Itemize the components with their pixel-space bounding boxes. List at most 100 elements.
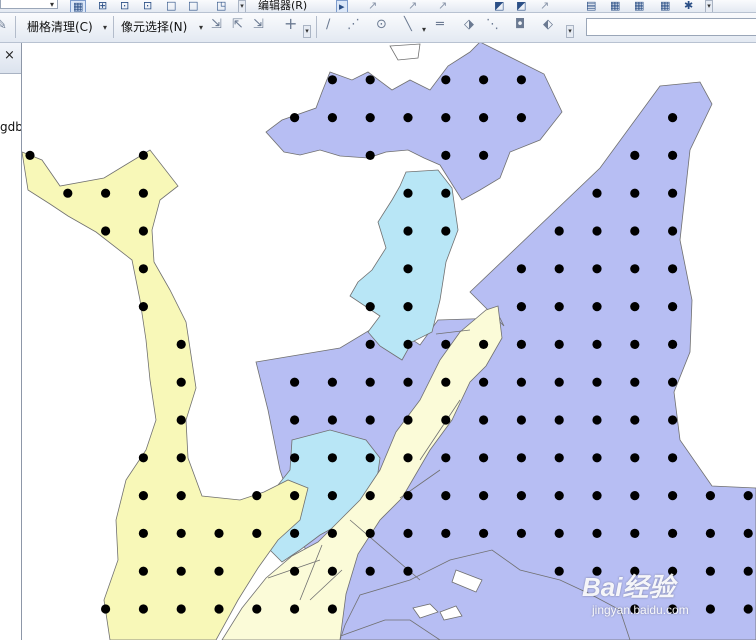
editor-menu[interactable]: 编辑器(R) <box>258 0 307 12</box>
sample-point <box>403 566 413 576</box>
table-icon[interactable]: ⊞ <box>98 0 107 12</box>
sample-point <box>403 188 413 198</box>
sample-point <box>743 528 753 539</box>
trace-icon[interactable]: ↗ <box>438 0 447 12</box>
eraser-icon[interactable]: ⬗ <box>464 17 474 33</box>
sample-point <box>290 566 300 576</box>
straight-segment-icon[interactable]: ↗ <box>408 0 417 12</box>
sample-point <box>441 528 451 539</box>
sample-point <box>327 528 337 539</box>
table-of-contents-panel: × gdb <box>0 43 22 640</box>
attributes-icon[interactable]: ▤ <box>586 0 596 12</box>
fill-bucket-icon[interactable]: ⊙ <box>376 17 387 33</box>
network-icon[interactable]: ✱ <box>684 0 693 12</box>
sample-point <box>290 415 300 425</box>
line-tool-dropdown[interactable]: ▾ <box>422 25 426 35</box>
sample-point <box>554 453 564 463</box>
sample-point <box>214 604 224 614</box>
sample-point <box>630 226 640 236</box>
toolbox-icon[interactable]: ⊡ <box>143 0 152 12</box>
line-pencil-icon[interactable]: ⋰ <box>347 17 360 33</box>
sample-point <box>554 415 564 425</box>
sample-point <box>441 415 451 425</box>
sample-point <box>668 113 678 123</box>
sample-point <box>101 604 111 614</box>
sample-point <box>592 415 602 425</box>
toolbar-overflow-chevron[interactable]: ▾ <box>238 0 246 12</box>
close-icon[interactable]: × <box>4 49 15 63</box>
sample-point <box>214 528 224 539</box>
sample-point <box>592 188 602 198</box>
sample-point <box>479 339 489 349</box>
region-fill-icon[interactable]: ◘ <box>515 17 525 33</box>
sample-point <box>176 453 186 463</box>
watermark-logo: Bai经验 <box>582 572 675 602</box>
sample-point <box>138 453 148 463</box>
layer-combo-arrow[interactable]: ▾ <box>50 0 54 10</box>
create-features-icon[interactable]: ▦ <box>634 0 644 12</box>
sample-point <box>25 150 35 160</box>
sample-point <box>554 264 564 274</box>
cut-polygons-icon[interactable]: ↗ <box>540 0 549 12</box>
crosshair-icon[interactable]: + <box>284 16 297 32</box>
sample-point <box>138 566 148 576</box>
sample-point <box>554 226 564 236</box>
model-builder-icon[interactable]: ◳ <box>216 0 226 12</box>
sample-point <box>365 566 375 576</box>
sample-point <box>630 491 640 501</box>
map-canvas[interactable] <box>22 43 756 640</box>
pencil-icon[interactable]: ∕ <box>326 17 330 33</box>
toolbar-separator <box>113 16 114 38</box>
brush-icon[interactable]: ✎ <box>0 18 7 34</box>
sample-point <box>516 339 527 349</box>
sample-point <box>479 528 489 539</box>
erase-line-icon[interactable]: ⋱ <box>486 17 499 33</box>
sample-point <box>630 188 640 198</box>
sample-point <box>138 264 148 274</box>
catalog-icon[interactable]: ⊡ <box>120 0 129 12</box>
split-tool-icon[interactable]: ◩ <box>494 0 504 12</box>
select-connected-cells-icon[interactable]: ⇲ <box>211 17 222 33</box>
line-tool-icon[interactable]: ╲ <box>404 17 412 33</box>
line-width-icon[interactable]: ═ <box>436 17 444 33</box>
sample-point <box>554 566 564 576</box>
interactive-select-icon[interactable]: ⇱ <box>232 17 243 33</box>
add-selection-icon[interactable]: ⇲ <box>253 17 264 33</box>
sample-point <box>365 302 375 312</box>
sample-point <box>592 302 602 312</box>
editor-toolbar-overflow-chevron[interactable]: ▾ <box>705 0 713 12</box>
sample-point <box>290 604 300 614</box>
sample-point <box>365 491 375 501</box>
raster-cleanup-menu[interactable]: 栅格清理(C) <box>27 19 93 35</box>
sample-point <box>365 150 375 160</box>
sample-point <box>138 150 148 160</box>
window-icon[interactable]: □ <box>188 0 198 12</box>
edit-tool-icon[interactable]: ▸ <box>336 0 348 12</box>
sample-point <box>592 453 602 463</box>
raster-toolbar-overflow-chevron[interactable]: ▾ <box>566 25 574 38</box>
python-icon[interactable]: □ <box>166 0 176 12</box>
sample-point <box>138 226 148 236</box>
sample-point <box>516 491 527 501</box>
raster-layer-combo[interactable] <box>586 18 756 36</box>
cell-selection-overflow-chevron[interactable]: ▾ <box>303 25 311 38</box>
sample-point <box>403 415 413 425</box>
sample-point <box>705 491 716 501</box>
sample-point <box>403 113 413 123</box>
sample-point <box>554 528 564 539</box>
generalize-icon[interactable]: ⬖ <box>543 17 553 33</box>
sample-point <box>327 604 337 614</box>
raster-cleanup-dropdown[interactable]: ▾ <box>103 23 107 33</box>
sample-point <box>365 113 375 123</box>
cell-selection-menu[interactable]: 像元选择(N) <box>121 19 187 35</box>
reshape-tool-icon[interactable]: ◩ <box>516 0 526 12</box>
sample-point <box>365 75 375 85</box>
sample-point <box>705 604 716 614</box>
sketch-properties-icon[interactable]: ▦ <box>610 0 620 12</box>
sample-point <box>668 339 678 349</box>
sample-point <box>365 377 375 387</box>
topology-icon[interactable]: ▦ <box>660 0 670 12</box>
cell-selection-dropdown[interactable]: ▾ <box>199 23 203 33</box>
edit-annotation-icon[interactable]: ↗ <box>368 0 377 12</box>
select-features-icon[interactable]: ▦ <box>70 0 87 12</box>
